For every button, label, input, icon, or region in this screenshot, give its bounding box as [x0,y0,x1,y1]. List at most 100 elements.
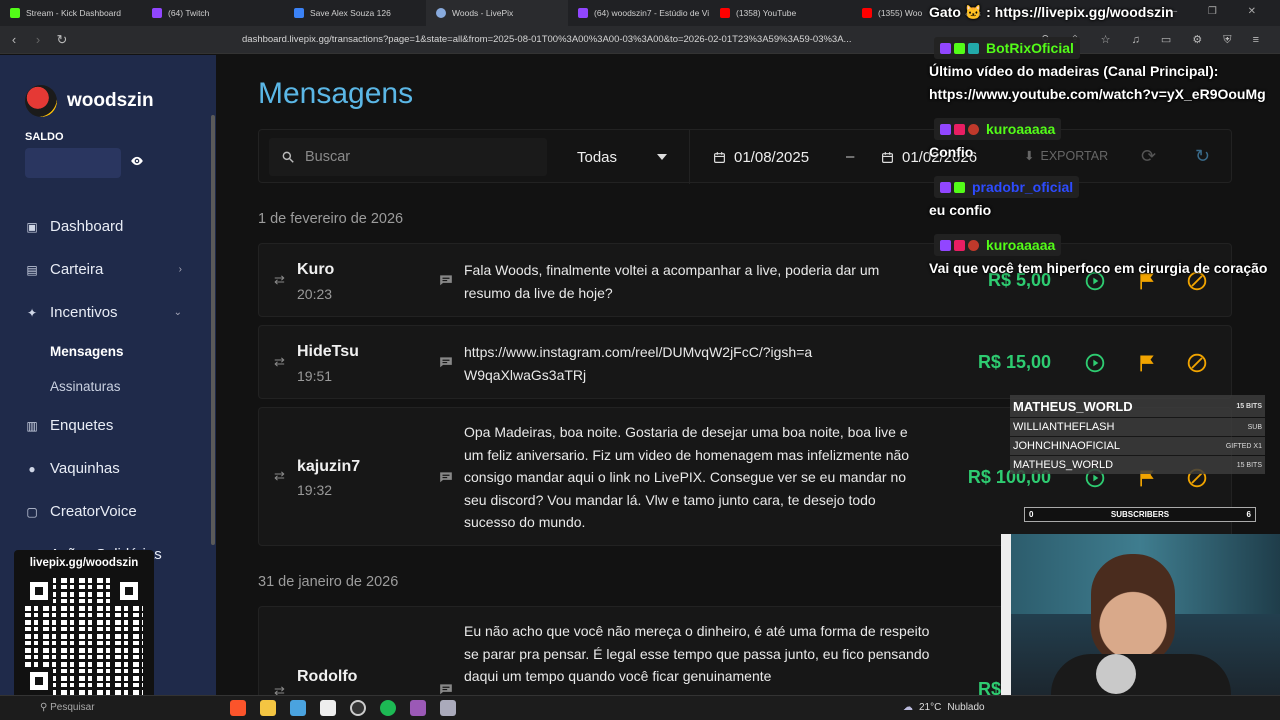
app-icon[interactable] [440,700,456,716]
brave-icon[interactable] [230,700,246,716]
dashboard-icon: ▣ [26,219,38,234]
donation-amount: R$ 15,00 [977,352,1051,372]
sub-badge-icon [968,123,979,135]
eye-icon[interactable] [130,154,144,168]
folder-icon[interactable] [260,700,276,716]
block-icon[interactable] [1187,353,1207,373]
chat-pinned-line: Gato 🐱 : https://livepix.gg/woodszin [929,4,1174,20]
play-icon[interactable] [1085,353,1105,373]
chat-message-text: Vai que você tem hiperfoco em cirurgia d… [929,260,1268,276]
browser-tab[interactable]: (64) woodszin7 - Estúdio de Vi [568,0,710,26]
event-row: MATHEUS_WORLD 15 BITS [1010,395,1265,417]
browser-tab[interactable]: Save Alex Souza 126 [284,0,426,26]
message-text: Fala Woods, finalmente voltei a acompanh… [464,262,880,301]
verified-badge-icon [954,42,965,54]
donor-name: Rodolfo [297,668,358,685]
message-text: https://www.instagram.com/reel/DUMvqW2jF… [464,344,813,383]
microphone [1096,654,1136,694]
cloud-icon: ☁ [903,702,913,713]
sidebar-menu: ▣ Dashboard ▤ Carteira › ✦ Incentivos ⌄ Mensa… [0,205,216,576]
event-row: JOHNCHINAOFICIAL GIFTED X1 [1010,437,1265,455]
reload-icon[interactable]: ↻ [52,32,72,48]
obs-icon[interactable] [350,700,366,716]
event-row: WILLIANTHEFLASH SUB [1010,418,1265,436]
app-icon[interactable] [290,700,306,716]
url-field[interactable]: dashboard.livepix.gg/transactions?page=1… [242,34,851,45]
capcut-icon[interactable] [320,700,336,716]
taskbar: ⚲ Pesquisar ☁ 21°C Nublado [0,695,1280,720]
forward-icon[interactable]: › [28,32,48,47]
status-select[interactable]: Todas [561,138,679,176]
chat-message-header: pradobr_oficial [934,176,1080,198]
back-icon[interactable]: ‹ [4,32,24,47]
bot-badge-icon [968,42,979,54]
qr-overlay: livepix.gg/woodszin [14,550,154,710]
sidebar-item-creatorvoice[interactable]: ▢ CreatorVoice [0,490,216,533]
taskbar-apps [230,700,456,716]
chat-message-header: BotRixOficial [934,37,1080,59]
app-icon[interactable] [410,700,426,716]
sidebar-item-dashboard[interactable]: ▣ Dashboard [0,205,216,248]
sidebar-subitem-assinaturas[interactable]: Assinaturas [0,369,216,404]
webcam-overlay [1001,534,1280,720]
youtube-icon [720,8,730,18]
spotify-icon[interactable] [380,700,396,716]
brand[interactable]: woodszin [25,85,154,117]
event-row: MATHEUS_WORLD 15 BITS [1010,456,1265,474]
qr-finder [115,577,143,605]
search-box[interactable] [269,138,547,176]
chat-username: pradobr_oficial [972,179,1074,195]
search-input[interactable] [305,149,525,165]
sidebar-item-vaquinhas[interactable]: ● Vaquinhas [0,447,216,490]
date-from-field[interactable]: 01/08/2025 [713,138,809,176]
voice-icon: ▢ [26,504,38,519]
sidebar-item-incentivos[interactable]: ✦ Incentivos ⌄ [0,291,216,334]
qr-finder [25,577,53,605]
heart-badge-icon [954,123,965,135]
brand-name: woodszin [67,90,154,111]
chat-message-text: Confio [929,144,974,160]
streamer-head [1091,554,1175,664]
browser-tab-active[interactable]: Woods - LivePix [426,0,568,26]
sparkle-icon: ✦ [26,305,38,320]
youtube-icon [862,8,872,18]
verified-badge-icon [954,181,965,193]
search-icon [282,151,294,163]
browser-tab[interactable]: Stream - Kick Dashboard [0,0,142,26]
message-card: ⇄ HideTsu 19:51 https://www.instagram.co… [258,325,1232,399]
taskbar-search[interactable]: ⚲ Pesquisar [40,702,95,713]
flag-icon[interactable] [1137,353,1157,373]
chat-message-text: https://www.youtube.com/watch?v=yX_eR9Oo… [929,86,1266,102]
twitch-badge-icon [940,42,951,54]
chat-message-text: eu confio [929,202,992,218]
donation-time: 20:23 [297,286,333,302]
chat-message-header: kuroaaaaa [934,234,1062,256]
twitch-icon [152,8,162,18]
browser-tab[interactable]: (1358) YouTube [710,0,852,26]
balance-label: SALDO [25,131,64,143]
poll-icon: ▥ [26,418,38,433]
message-icon [440,472,452,483]
sidebar-subitem-mensagens[interactable]: Mensagens [0,334,216,369]
sidebar-item-enquetes[interactable]: ▥ Enquetes [0,404,216,447]
message-text: Opa Madeiras, boa noite. Gostaria de des… [464,424,910,530]
twitch-badge-icon [940,181,951,193]
caret-down-icon [657,154,667,160]
browser-tab[interactable]: (1355) Woo [852,0,932,26]
donation-time: 19:32 [297,482,333,498]
weather-widget[interactable]: ☁ 21°C Nublado [903,702,985,713]
sidebar-scrollbar[interactable] [211,115,215,545]
qr-code [25,577,143,695]
avatar [25,85,57,117]
calendar-icon [882,151,893,163]
donor-name: HideTsu [297,343,359,360]
divider [689,130,690,184]
recent-events-widget: MATHEUS_WORLD 15 BITS WILLIANTHEFLASH SUB … [1010,395,1265,475]
chat-message-text: Último vídeo do madeiras (Canal Principa… [929,63,1219,79]
date-group-heading: 1 de fevereiro de 2026 [258,211,404,227]
twitch-icon [578,8,588,18]
chevron-right-icon: › [178,264,182,275]
chat-message-header: kuroaaaaa [934,118,1062,140]
browser-tab[interactable]: (64) Twitch [142,0,284,26]
sidebar-item-carteira[interactable]: ▤ Carteira › [0,248,216,291]
